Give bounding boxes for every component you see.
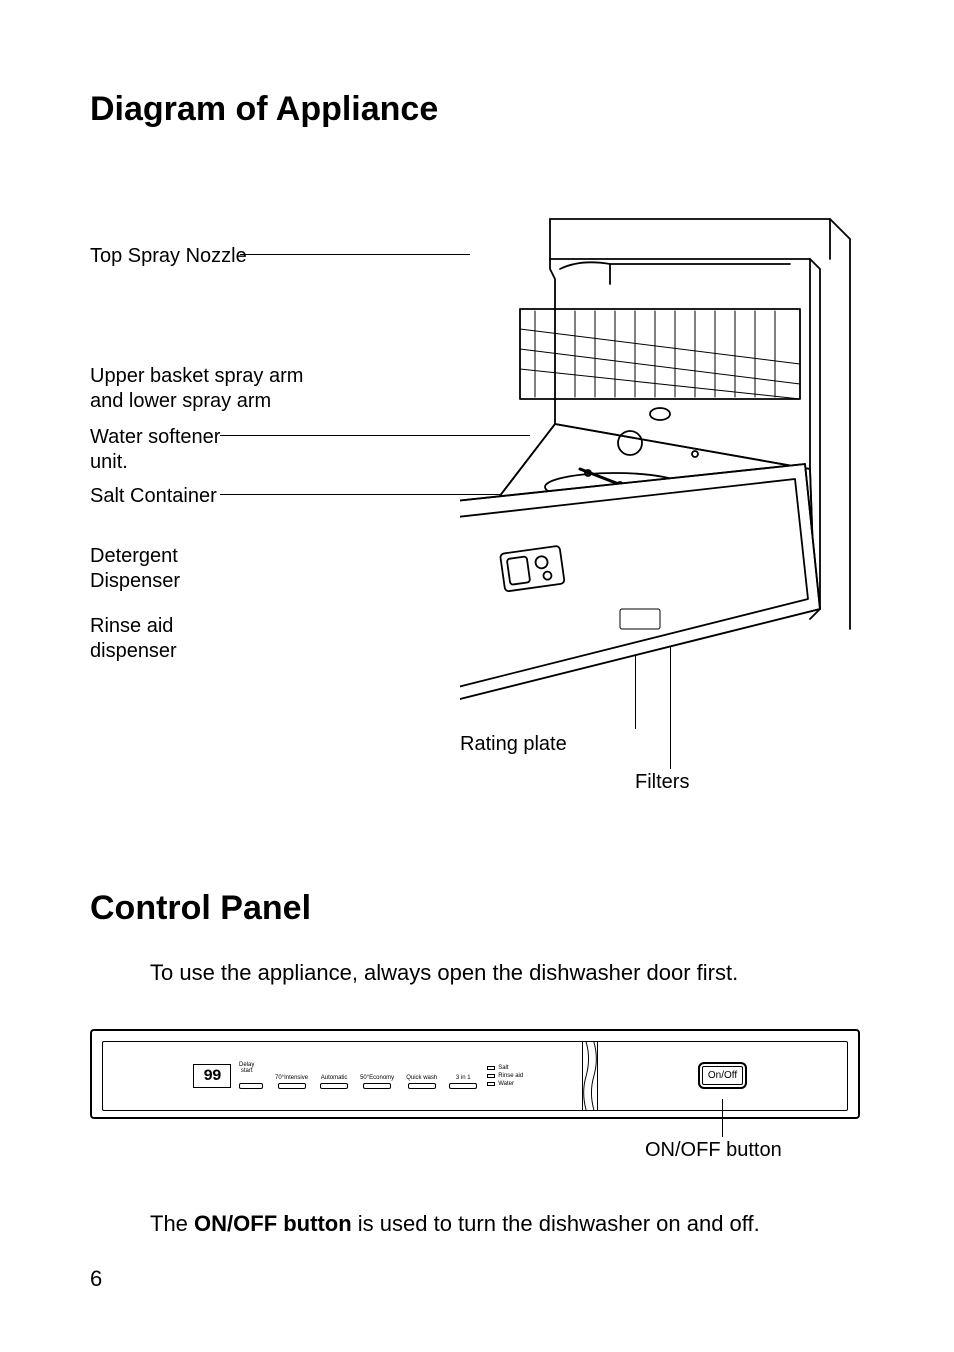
panel-left-section: 99 Delay start 70°Intensive Automatic: [103, 1042, 583, 1110]
delay-start-label: Delay start: [239, 1062, 254, 1074]
program-button-2: 50°Economy: [360, 1075, 394, 1089]
control-panel-diagram: 99 Delay start 70°Intensive Automatic: [90, 1029, 860, 1149]
program-button-1: Automatic: [320, 1075, 348, 1089]
label-top-spray: Top Spray Nozzle: [90, 244, 247, 269]
label-upper-arm: Upper basket spray arm and lower spray a…: [90, 364, 303, 414]
label-salt: Salt Container: [90, 484, 217, 509]
label-detergent: Detergent Dispenser: [90, 544, 180, 594]
panel-display: 99: [193, 1064, 231, 1088]
indicator-lights: Salt Rinse aid Water: [487, 1065, 523, 1087]
appliance-illustration: [460, 209, 860, 729]
label-rating-plate: Rating plate: [460, 733, 567, 756]
onoff-description: The ON/OFF button is used to turn the di…: [150, 1209, 864, 1240]
panel-break: [583, 1042, 597, 1110]
label-softener: Water softener unit.: [90, 425, 220, 475]
onoff-caption: ON/OFF button: [645, 1139, 782, 1162]
delay-start-button: [239, 1083, 263, 1089]
control-panel-intro: To use the appliance, always open the di…: [150, 958, 864, 989]
program-button-0: 70°Intensive: [275, 1075, 308, 1089]
onoff-button: On/Off: [698, 1062, 747, 1089]
appliance-diagram: Top Spray Nozzle Upper basket spray arm …: [90, 209, 860, 799]
label-rinse: Rinse aid dispenser: [90, 614, 177, 664]
heading-control-panel: Control Panel: [90, 889, 864, 928]
program-button-4: 3 in 1: [449, 1075, 477, 1089]
heading-diagram: Diagram of Appliance: [90, 90, 864, 129]
page-number: 6: [90, 1266, 102, 1292]
label-filters: Filters: [635, 771, 689, 794]
program-button-3: Quick wash: [406, 1075, 437, 1089]
